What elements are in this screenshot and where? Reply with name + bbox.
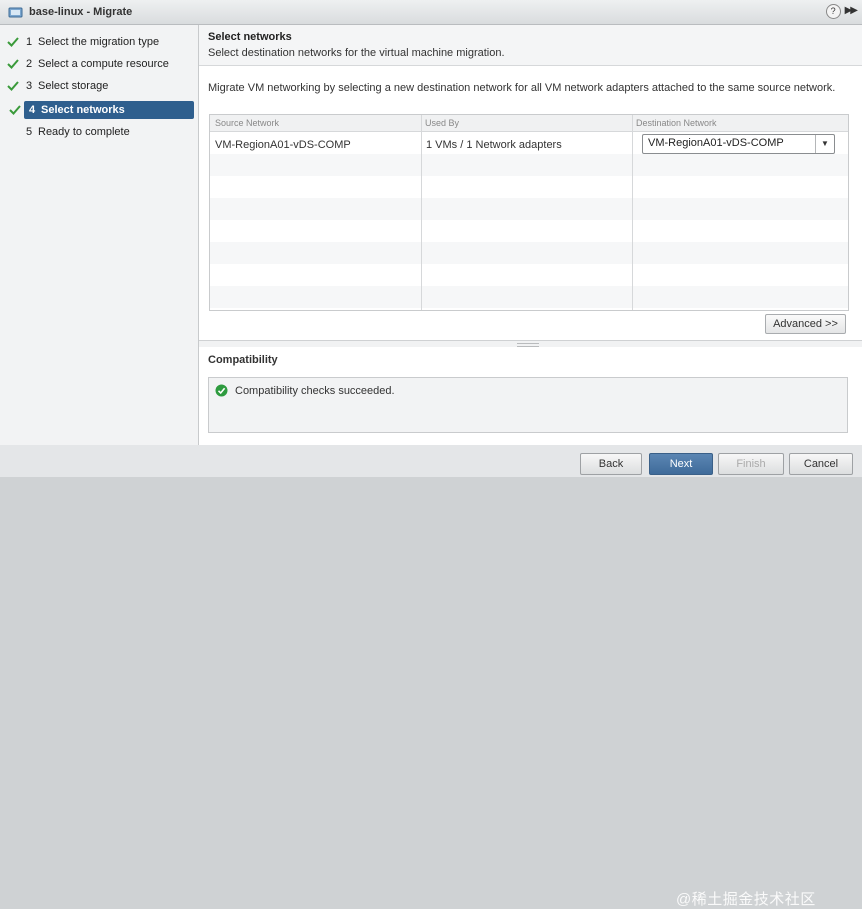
- instructions-text: Migrate VM networking by selecting a new…: [208, 82, 836, 94]
- checkmark-icon: [7, 37, 19, 47]
- source-network-cell: VM-RegionA01-vDS-COMP: [215, 139, 351, 151]
- wizard-footer: Back Next Finish Cancel @稀土掘金技术社区: [0, 445, 862, 908]
- page-header: Select networks Select destination netwo…: [199, 25, 862, 66]
- step-label: Ready to complete: [38, 126, 130, 138]
- migrate-dialog: base-linux - Migrate ? ▶▶ 1 Select the m…: [0, 0, 862, 908]
- watermark: @稀土掘金技术社区: [676, 891, 816, 908]
- success-icon: [215, 384, 228, 397]
- checkmark-icon: [9, 105, 21, 115]
- checkmark-icon: [7, 81, 19, 91]
- column-source-network[interactable]: Source Network: [215, 118, 279, 128]
- step-label: Select the migration type: [38, 36, 160, 48]
- step-compute-resource[interactable]: 2 Select a compute resource: [6, 55, 194, 73]
- wizard-steps: 1 Select the migration type 2 Select a c…: [0, 25, 199, 445]
- step-migration-type[interactable]: 1 Select the migration type: [6, 33, 194, 51]
- step-label: Select storage: [38, 80, 109, 92]
- table-header: Source Network Used By Destination Netwo…: [210, 115, 848, 132]
- step-networks[interactable]: 4 Select networks: [24, 101, 194, 119]
- back-button[interactable]: Back: [580, 453, 642, 475]
- cancel-button[interactable]: Cancel: [789, 453, 853, 475]
- dropdown-arrow-icon[interactable]: ▼: [815, 135, 834, 153]
- expand-icon[interactable]: ▶▶: [845, 4, 858, 19]
- page-subtitle: Select destination networks for the virt…: [208, 47, 505, 59]
- dropdown-value: VM-RegionA01-vDS-COMP: [648, 137, 784, 149]
- finish-button[interactable]: Finish: [718, 453, 784, 475]
- pane-splitter[interactable]: [199, 340, 862, 347]
- advanced-button[interactable]: Advanced >>: [765, 314, 846, 334]
- title-bar: base-linux - Migrate ? ▶▶: [0, 0, 862, 25]
- step-label: Select a compute resource: [38, 58, 169, 70]
- window-title: base-linux - Migrate: [29, 6, 133, 18]
- checkmark-icon: [7, 59, 19, 69]
- column-destination-network[interactable]: Destination Network: [636, 118, 717, 128]
- step-label: Select networks: [41, 104, 125, 116]
- compatibility-message: Compatibility checks succeeded.: [235, 385, 395, 397]
- next-button[interactable]: Next: [649, 453, 713, 475]
- compatibility-panel: Compatibility checks succeeded.: [208, 377, 848, 433]
- step-ready-to-complete[interactable]: 5 Ready to complete: [6, 123, 194, 141]
- compatibility-heading: Compatibility: [208, 354, 278, 366]
- vm-icon: [8, 7, 23, 17]
- content-pane: Select networks Select destination netwo…: [199, 25, 862, 445]
- page-title: Select networks: [208, 31, 292, 43]
- destination-network-dropdown[interactable]: VM-RegionA01-vDS-COMP ▼: [642, 134, 835, 154]
- help-icon[interactable]: ?: [825, 4, 841, 19]
- used-by-cell: 1 VMs / 1 Network adapters: [426, 139, 562, 151]
- column-used-by[interactable]: Used By: [425, 118, 459, 128]
- splitter-grip-icon[interactable]: [517, 343, 539, 347]
- step-storage[interactable]: 3 Select storage: [6, 77, 194, 95]
